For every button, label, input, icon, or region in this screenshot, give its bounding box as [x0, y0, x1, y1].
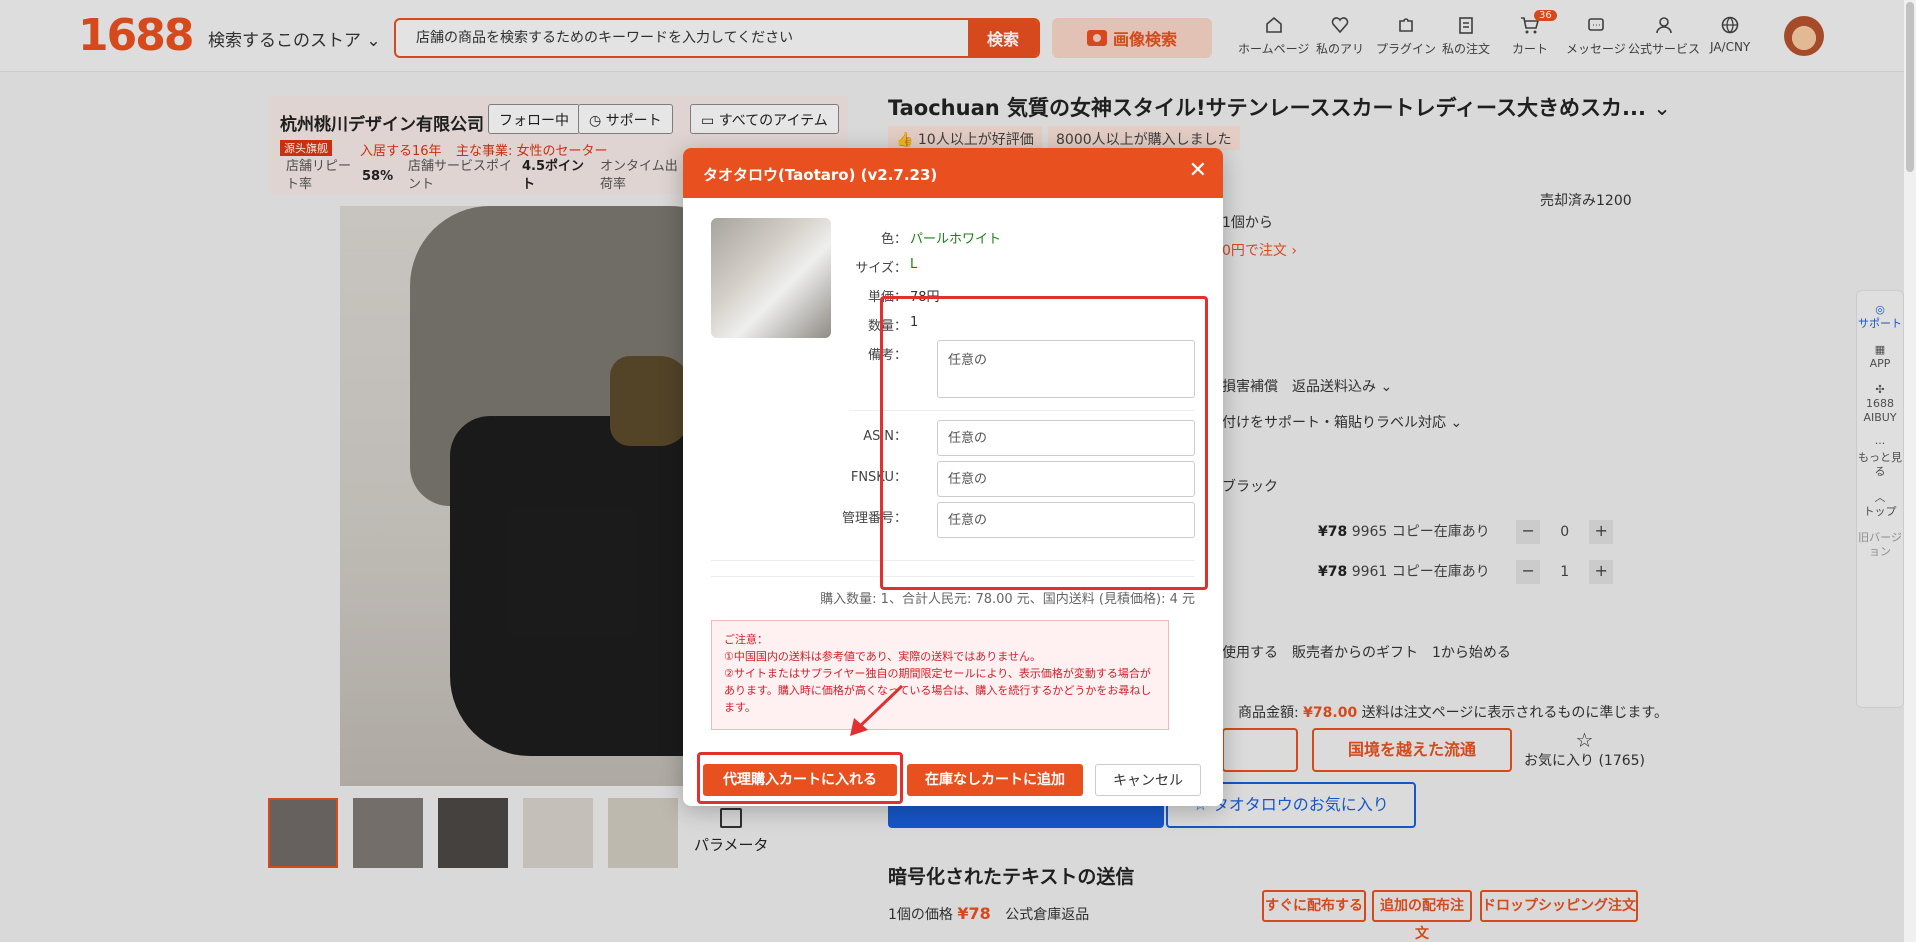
- dialog-title: タオタロウ(Taotaro) (v2.7.23): [703, 166, 938, 184]
- annotation-button-highlight: [697, 752, 903, 804]
- color-value: パールホワイト: [910, 232, 1002, 247]
- cancel-button[interactable]: キャンセル: [1095, 764, 1201, 796]
- notice-line-2: ②サイトまたはサプライヤー独自の期間限定セールにより、表示価格が変動する場合があ…: [724, 667, 1152, 714]
- notice-line-1: ①中国国内の送料は参考値であり、実際の送料ではありません。: [724, 650, 1041, 663]
- color-label: 色：: [880, 232, 907, 247]
- notice-title: ご注意：: [724, 633, 768, 646]
- scrollbar-thumb[interactable]: [1906, 2, 1914, 172]
- size-value: L: [910, 257, 918, 272]
- annotation-arrow-icon: [850, 684, 904, 736]
- order-summary: 購入数量: 1、合計人民元: 78.00 元、国内送料 (見積価格): 4 元: [820, 592, 1195, 607]
- size-label: サイズ：: [855, 261, 907, 276]
- notice-box: ご注意： ①中国国内の送料は参考値であり、実際の送料ではありません。 ②サイトま…: [711, 620, 1169, 730]
- annotation-fields-highlight: [880, 296, 1208, 590]
- dialog-header: タオタロウ(Taotaro) (v2.7.23) ✕: [683, 148, 1223, 198]
- close-icon[interactable]: ✕: [1189, 158, 1207, 183]
- add-to-nostock-cart-button[interactable]: 在庫なしカートに追加: [907, 764, 1083, 796]
